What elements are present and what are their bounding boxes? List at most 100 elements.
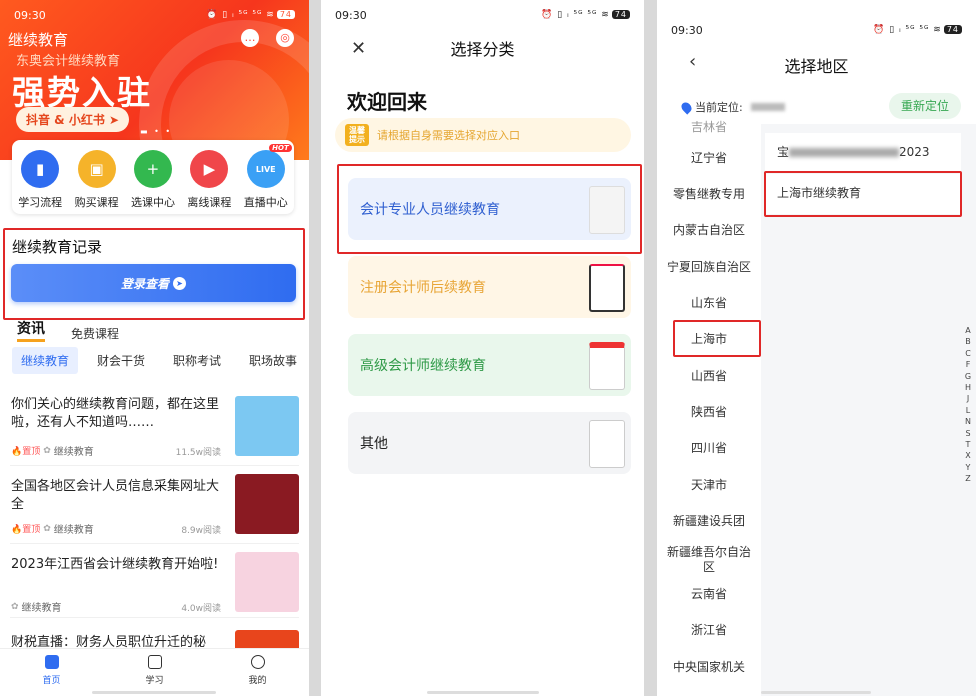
- province-item[interactable]: 宁夏回族自治区: [657, 260, 761, 275]
- index-letter[interactable]: H: [963, 382, 973, 393]
- quick-action-select[interactable]: + 选课中心: [125, 150, 181, 214]
- article-meta: 🔥置顶 ✿ 继续教育: [11, 521, 94, 537]
- pinned-tag: 🔥置顶: [11, 447, 41, 457]
- index-letter[interactable]: Z: [963, 473, 973, 484]
- status-icons: ⏰ ▯ ᵢ ⁵ᴳ ⁵ᴳ ≋ 74: [206, 10, 295, 20]
- home-icon: [44, 655, 59, 669]
- quick-action-label: 购买课程: [74, 196, 119, 209]
- tab-free-courses[interactable]: 免费课程: [71, 325, 119, 342]
- status-time: 09:30: [671, 23, 703, 37]
- blurred-location: [750, 103, 785, 111]
- category-label: 注册会计师后续教育: [360, 280, 486, 296]
- province-item[interactable]: 中央国家机关: [657, 660, 761, 675]
- article-item[interactable]: 你们关心的继续教育问题，都在这里啦，还有人不知道吗…… 🔥置顶 ✿ 继续教育 11.…: [10, 396, 299, 466]
- category-card-cpa[interactable]: 注册会计师后续教育: [348, 256, 631, 318]
- quick-action-label: 选课中心: [130, 196, 175, 209]
- article-reads: 8.9w阅读: [181, 526, 221, 536]
- file-icon: [589, 420, 625, 468]
- province-item[interactable]: 浙江省: [657, 623, 761, 638]
- index-letter[interactable]: T: [963, 439, 973, 450]
- city-label: 宝: [777, 145, 790, 159]
- home-screen: 09:30 ⏰ ▯ ᵢ ⁵ᴳ ⁵ᴳ ≋ 74 继续教育 … ◎ 东奥会计继续教育 …: [0, 0, 309, 696]
- alphabet-index[interactable]: A B C F G H J L N S T X Y Z: [963, 325, 973, 485]
- chip-title-exam[interactable]: 职称考试: [164, 347, 230, 374]
- status-time: 09:30: [335, 8, 367, 22]
- status-icon-row: ⏰ ▯ ᵢ ⁵ᴳ ⁵ᴳ ≋: [206, 10, 275, 20]
- status-time: 09:30: [14, 8, 46, 22]
- index-letter[interactable]: L: [963, 405, 973, 416]
- blurred-city: [789, 148, 900, 157]
- tip-banner: 温馨提示 请根据自身需要选择对应入口: [335, 118, 631, 152]
- category-icon: ✿: [11, 601, 19, 612]
- chart-board-icon: [589, 264, 625, 312]
- category-card-other[interactable]: 其他: [348, 412, 631, 474]
- headset-icon[interactable]: ◎: [276, 29, 294, 47]
- hero-banner[interactable]: 09:30 ⏰ ▯ ᵢ ⁵ᴳ ⁵ᴳ ≋ 74 继续教育 … ◎ 东奥会计继续教育 …: [0, 0, 309, 160]
- province-item[interactable]: 新疆建设兵团: [657, 514, 761, 529]
- province-item[interactable]: 内蒙古自治区: [657, 223, 761, 238]
- index-letter[interactable]: C: [963, 348, 973, 359]
- city-item[interactable]: 宝 2023: [765, 133, 961, 173]
- hero-promo-button[interactable]: 抖音 & 小红书 ➤: [16, 107, 130, 132]
- location-label: 当前定位:: [695, 101, 743, 114]
- province-item[interactable]: 山西省: [657, 369, 761, 384]
- quick-action-label: 直播中心: [243, 196, 288, 209]
- tab-news[interactable]: 资讯: [17, 318, 45, 342]
- quick-action-flow[interactable]: ▮ 学习流程: [12, 150, 68, 214]
- chip-finance[interactable]: 财会干货: [88, 347, 154, 374]
- index-letter[interactable]: Y: [963, 462, 973, 473]
- category-screen: 09:30 ⏰ ▯ ᵢ ⁵ᴳ ⁵ᴳ ≋ 74 ✕ 选择分类 欢迎回来 温馨提示 请…: [321, 0, 644, 696]
- province-item[interactable]: 吉林省: [657, 120, 761, 135]
- category-card-senior[interactable]: 高级会计师继续教育: [348, 334, 631, 396]
- region-screen: 09:30 ⏰ ▯ ᵢ ⁵ᴳ ⁵ᴳ ≋ 74 ‹ 选择地区 当前定位: 重新定位 …: [657, 0, 976, 696]
- province-item[interactable]: 天津市: [657, 478, 761, 493]
- index-letter[interactable]: G: [963, 371, 973, 382]
- nav-home[interactable]: 首页: [22, 655, 82, 696]
- province-item[interactable]: 辽宁省: [657, 151, 761, 166]
- highlight-box: [764, 171, 962, 217]
- quick-action-live[interactable]: HOT LIVE 直播中心: [238, 144, 294, 214]
- pinned-tag: 🔥置顶: [11, 525, 41, 535]
- index-letter[interactable]: J: [963, 393, 973, 404]
- province-item[interactable]: 零售继教专用: [657, 187, 761, 202]
- quick-action-offline[interactable]: ▶ 离线课程: [181, 150, 237, 214]
- category-label: 高级会计师继续教育: [360, 358, 486, 374]
- message-icon[interactable]: …: [241, 29, 259, 47]
- index-letter[interactable]: A: [963, 325, 973, 336]
- category-icon: ✿: [43, 523, 51, 534]
- article-item[interactable]: 财税直播：财务人员职位升迁的秘: [10, 630, 299, 690]
- book-icon: [147, 655, 162, 669]
- highlight-box: [673, 320, 761, 357]
- chip-continuing-edu[interactable]: 继续教育: [12, 347, 79, 374]
- bottom-nav: 首页 学习 我的: [0, 648, 309, 696]
- article-thumbnail: [235, 552, 299, 612]
- status-icons: ⏰ ▯ ᵢ ⁵ᴳ ⁵ᴳ ≋ 74: [541, 10, 630, 20]
- article-item[interactable]: 2023年江西省会计继续教育开始啦! ✿ 继续教育 4.0w阅读: [10, 552, 299, 618]
- article-title: 全国各地区会计人员信息采集网址大全: [11, 479, 220, 512]
- index-letter[interactable]: B: [963, 336, 973, 347]
- province-item[interactable]: 云南省: [657, 587, 761, 602]
- content-tabs: 资讯 免费课程: [17, 318, 119, 342]
- quick-action-buy[interactable]: ▣ 购买课程: [69, 150, 125, 214]
- page-title: 继续教育: [8, 31, 69, 49]
- category-chips: 继续教育 财会干货 职称考试 职场故事: [12, 347, 309, 374]
- province-item[interactable]: 新疆维吾尔自治区: [657, 545, 761, 575]
- nav-mine[interactable]: 我的: [228, 655, 288, 696]
- status-bar: 09:30 ⏰ ▯ ᵢ ⁵ᴳ ⁵ᴳ ≋ 74: [657, 0, 976, 60]
- index-letter[interactable]: N: [963, 416, 973, 427]
- province-item[interactable]: 山东省: [657, 296, 761, 311]
- relocate-button[interactable]: 重新定位: [889, 93, 961, 119]
- chip-career[interactable]: 职场故事: [240, 347, 306, 374]
- tip-text: 请根据自身需要选择对应入口: [377, 129, 520, 142]
- document-icon: [589, 342, 625, 390]
- article-item[interactable]: 全国各地区会计人员信息采集网址大全 🔥置顶 ✿ 继续教育 8.9w阅读: [10, 474, 299, 544]
- article-category: 继续教育: [53, 525, 94, 536]
- province-item[interactable]: 四川省: [657, 441, 761, 456]
- article-thumbnail: [235, 396, 299, 456]
- nav-study[interactable]: 学习: [125, 655, 185, 696]
- index-letter[interactable]: X: [963, 450, 973, 461]
- carousel-indicator: ▬ • •: [140, 127, 173, 136]
- index-letter[interactable]: S: [963, 428, 973, 439]
- province-item[interactable]: 陕西省: [657, 405, 761, 420]
- index-letter[interactable]: F: [963, 359, 973, 370]
